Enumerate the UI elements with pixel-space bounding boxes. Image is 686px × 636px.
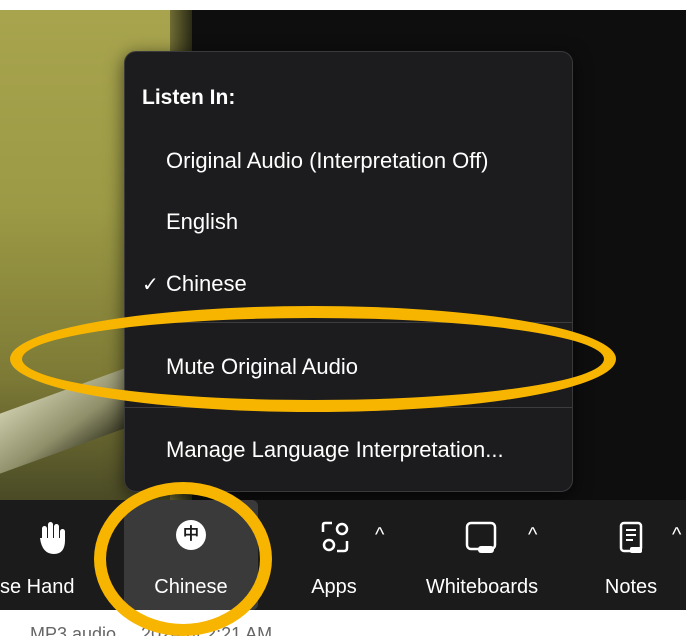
language-globe-icon: 中: [176, 520, 206, 550]
listen-in-heading: Listen In:: [142, 86, 236, 109]
bottom-caption: MP3 audio ... 2024 at 2:21 AM: [30, 624, 273, 636]
menu-item-mute-original-audio[interactable]: Mute Original Audio: [125, 345, 572, 389]
interpretation-menu: Listen In: Original Audio (Interpretatio…: [124, 51, 573, 492]
whiteboards-chevron-up-icon[interactable]: ^: [528, 524, 537, 547]
notes-button[interactable]: Notes: [594, 500, 668, 610]
apps-icon: [321, 521, 349, 553]
raise-hand-label: se Hand: [0, 576, 75, 598]
language-interpretation-button[interactable]: 中 Chinese: [124, 500, 258, 610]
hand-icon: [40, 522, 65, 554]
menu-divider: [125, 322, 572, 323]
apps-button[interactable]: Apps: [296, 500, 372, 610]
apps-label: Apps: [311, 576, 357, 598]
menu-item-label: English: [166, 209, 239, 234]
whiteboards-button[interactable]: Whiteboards: [418, 500, 546, 610]
menu-item-label: Original Audio (Interpretation Off): [166, 148, 489, 173]
menu-item-manage-interpretation[interactable]: Manage Language Interpretation...: [125, 428, 572, 472]
whiteboard-icon: [465, 521, 497, 553]
zoom-meeting-window: Listen In: Original Audio (Interpretatio…: [0, 0, 686, 636]
menu-item-label: Chinese: [166, 271, 247, 296]
language-label: Chinese: [154, 576, 228, 598]
checkmark-icon: ✓: [142, 273, 159, 296]
raise-hand-button[interactable]: se Hand: [0, 500, 110, 610]
notes-label: Notes: [604, 576, 658, 598]
menu-item-chinese[interactable]: ✓ Chinese: [125, 262, 572, 306]
menu-divider: [125, 407, 572, 408]
notes-chevron-up-icon[interactable]: ^: [672, 524, 681, 547]
whiteboards-label: Whiteboards: [425, 576, 539, 598]
menu-item-label: Manage Language Interpretation...: [166, 437, 504, 462]
menu-item-english[interactable]: English: [125, 200, 572, 244]
menu-item-label: Mute Original Audio: [166, 354, 358, 379]
apps-chevron-up-icon[interactable]: ^: [375, 524, 384, 547]
menu-item-original-audio[interactable]: Original Audio (Interpretation Off): [125, 139, 572, 183]
bottom-strip: MP3 audio ... 2024 at 2:21 AM: [0, 610, 686, 636]
notes-icon: [619, 521, 643, 553]
